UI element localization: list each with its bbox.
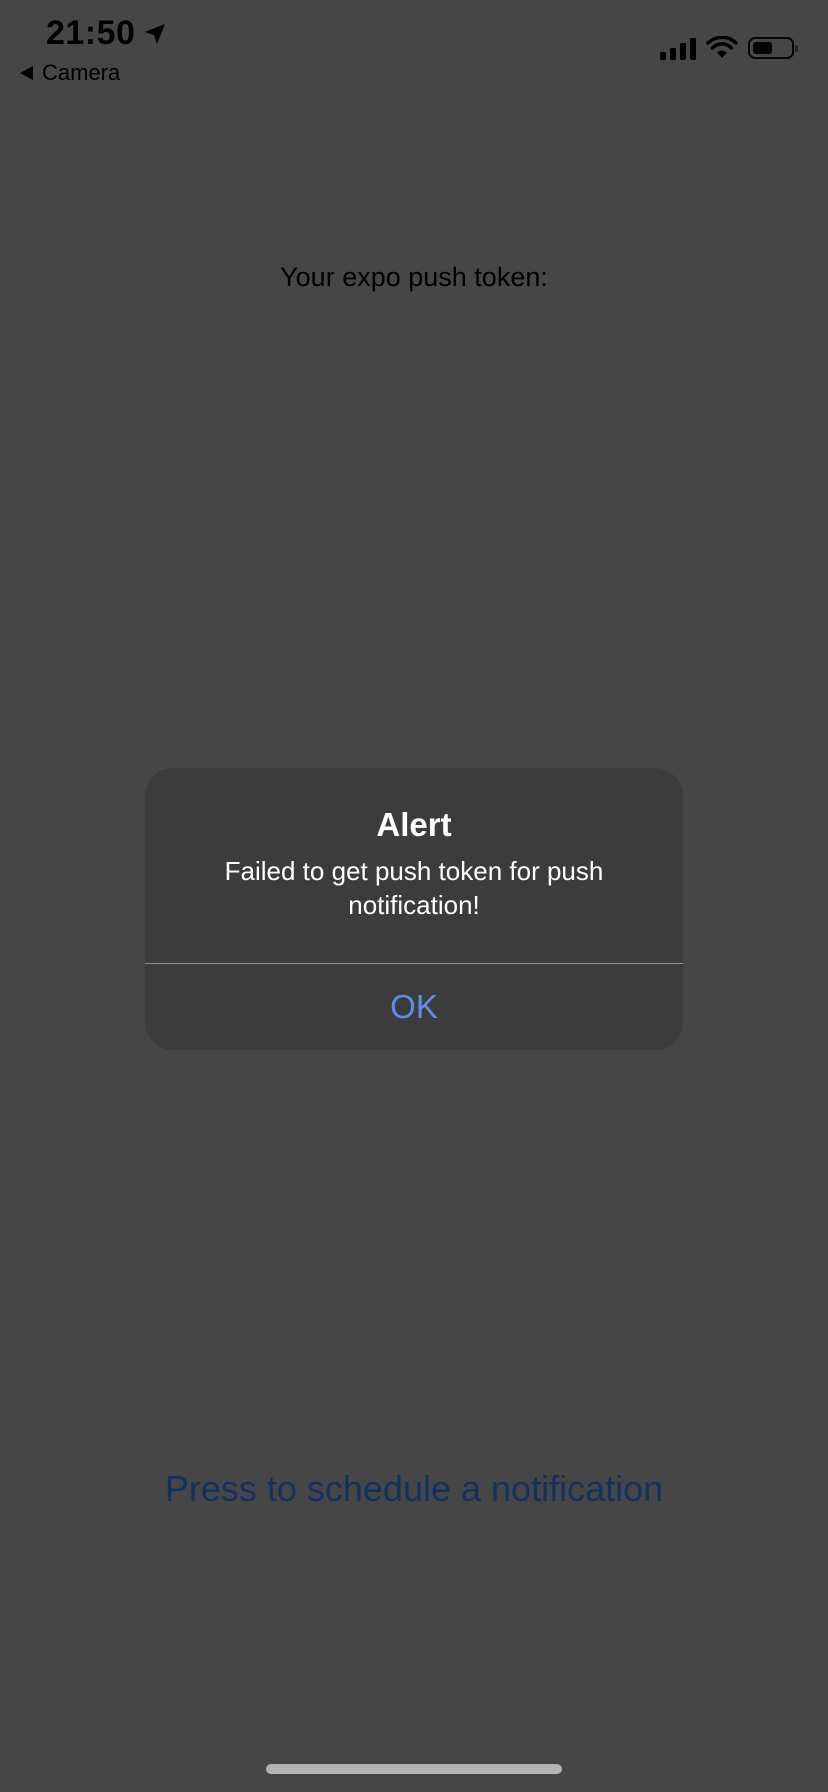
- back-to-app-button[interactable]: Camera: [20, 60, 120, 86]
- status-indicators: [660, 36, 798, 60]
- battery-icon: [748, 37, 798, 59]
- push-token-label: Your expo push token:: [280, 262, 548, 292]
- cellular-signal-icon: [660, 36, 696, 60]
- status-time: 21:50: [46, 14, 167, 53]
- alert-dialog: Alert Failed to get push token for push …: [145, 768, 683, 1050]
- back-arrow-icon: [20, 66, 33, 80]
- status-time-text: 21:50: [46, 14, 136, 52]
- wifi-icon: [706, 36, 738, 58]
- schedule-notification-button[interactable]: Press to schedule a notification: [0, 1468, 828, 1510]
- alert-message: Failed to get push token for push notifi…: [224, 856, 604, 920]
- back-app-label: Camera: [42, 60, 121, 85]
- alert-title: Alert: [376, 806, 452, 843]
- home-indicator[interactable]: [266, 1764, 562, 1774]
- alert-ok-button[interactable]: OK: [145, 964, 683, 1050]
- location-arrow-icon: [145, 23, 166, 44]
